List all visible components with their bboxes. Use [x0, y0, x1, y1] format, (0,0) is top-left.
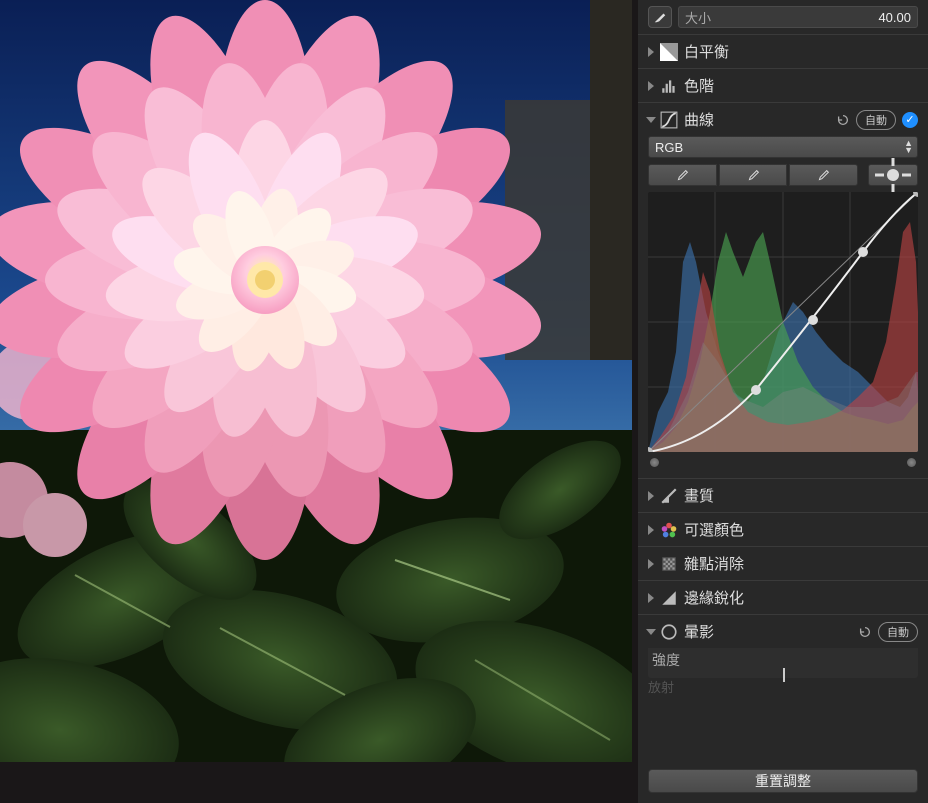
image-canvas[interactable] — [0, 0, 638, 803]
eyedropper-white[interactable] — [789, 164, 858, 186]
panel-label: 雜點消除 — [684, 553, 918, 574]
panel-white-balance[interactable]: 白平衡 — [638, 34, 928, 68]
eyedropper-black[interactable] — [648, 164, 717, 186]
preview-image — [0, 0, 632, 762]
panel-vignette[interactable]: 暈影 自動 — [638, 614, 928, 648]
levels-icon — [660, 77, 678, 95]
black-point-handle[interactable] — [650, 458, 659, 467]
add-point-button[interactable] — [868, 164, 918, 186]
adjustments-sidebar: 大小 40.00 白平衡 色階 曲線 自動 ✓ RGB ▲▼ — [638, 0, 928, 803]
disclosure-icon — [648, 525, 654, 535]
definition-icon — [660, 487, 678, 505]
panel-label: 曲線 — [684, 109, 830, 130]
brush-size-label: 大小 — [685, 8, 878, 27]
curves-icon — [660, 111, 678, 129]
panel-noise-reduction[interactable]: 雜點消除 — [638, 546, 928, 580]
sharpen-icon — [660, 589, 678, 607]
panel-levels[interactable]: 色階 — [638, 68, 928, 102]
stepper-icon: ▲▼ — [904, 140, 913, 154]
vignette-icon — [660, 623, 678, 641]
reset-adjustments-button[interactable]: 重置調整 — [648, 769, 918, 793]
curves-histogram[interactable] — [648, 192, 918, 452]
eyedropper-gray[interactable] — [719, 164, 788, 186]
panel-sharpen[interactable]: 邊緣銳化 — [638, 580, 928, 614]
white-point-handle[interactable] — [907, 458, 916, 467]
reset-curves-button[interactable] — [836, 113, 850, 127]
channel-select[interactable]: RGB ▲▼ — [648, 136, 918, 158]
panel-label: 暈影 — [684, 621, 852, 642]
disclosure-icon — [648, 47, 654, 57]
panel-label: 邊緣銳化 — [684, 587, 918, 608]
channel-value: RGB — [655, 140, 683, 155]
disclosure-icon — [646, 117, 656, 123]
panel-selective-color[interactable]: 可選顏色 — [638, 512, 928, 546]
white-balance-icon — [660, 43, 678, 61]
panel-label: 畫質 — [684, 485, 918, 506]
brush-size-value: 40.00 — [878, 10, 911, 25]
noise-icon — [660, 555, 678, 573]
radius-label: 放射 — [648, 678, 674, 694]
disclosure-icon — [648, 491, 654, 501]
reset-label: 重置調整 — [755, 771, 811, 791]
disclosure-icon — [648, 593, 654, 603]
selective-color-icon — [660, 521, 678, 539]
enable-toggle[interactable]: ✓ — [902, 112, 918, 128]
reset-vignette-button[interactable] — [858, 625, 872, 639]
panel-curves[interactable]: 曲線 自動 ✓ — [638, 102, 928, 136]
auto-button[interactable]: 自動 — [878, 622, 918, 642]
panel-label: 色階 — [684, 75, 918, 96]
panel-definition[interactable]: 畫質 — [638, 478, 928, 512]
disclosure-icon — [648, 559, 654, 569]
panel-label: 可選顏色 — [684, 519, 918, 540]
panel-label: 白平衡 — [684, 41, 918, 62]
brush-tool-button[interactable] — [648, 6, 672, 28]
disclosure-icon — [648, 81, 654, 91]
auto-button[interactable]: 自動 — [856, 110, 896, 130]
brush-size-field[interactable]: 大小 40.00 — [678, 6, 918, 28]
disclosure-icon — [646, 629, 656, 635]
